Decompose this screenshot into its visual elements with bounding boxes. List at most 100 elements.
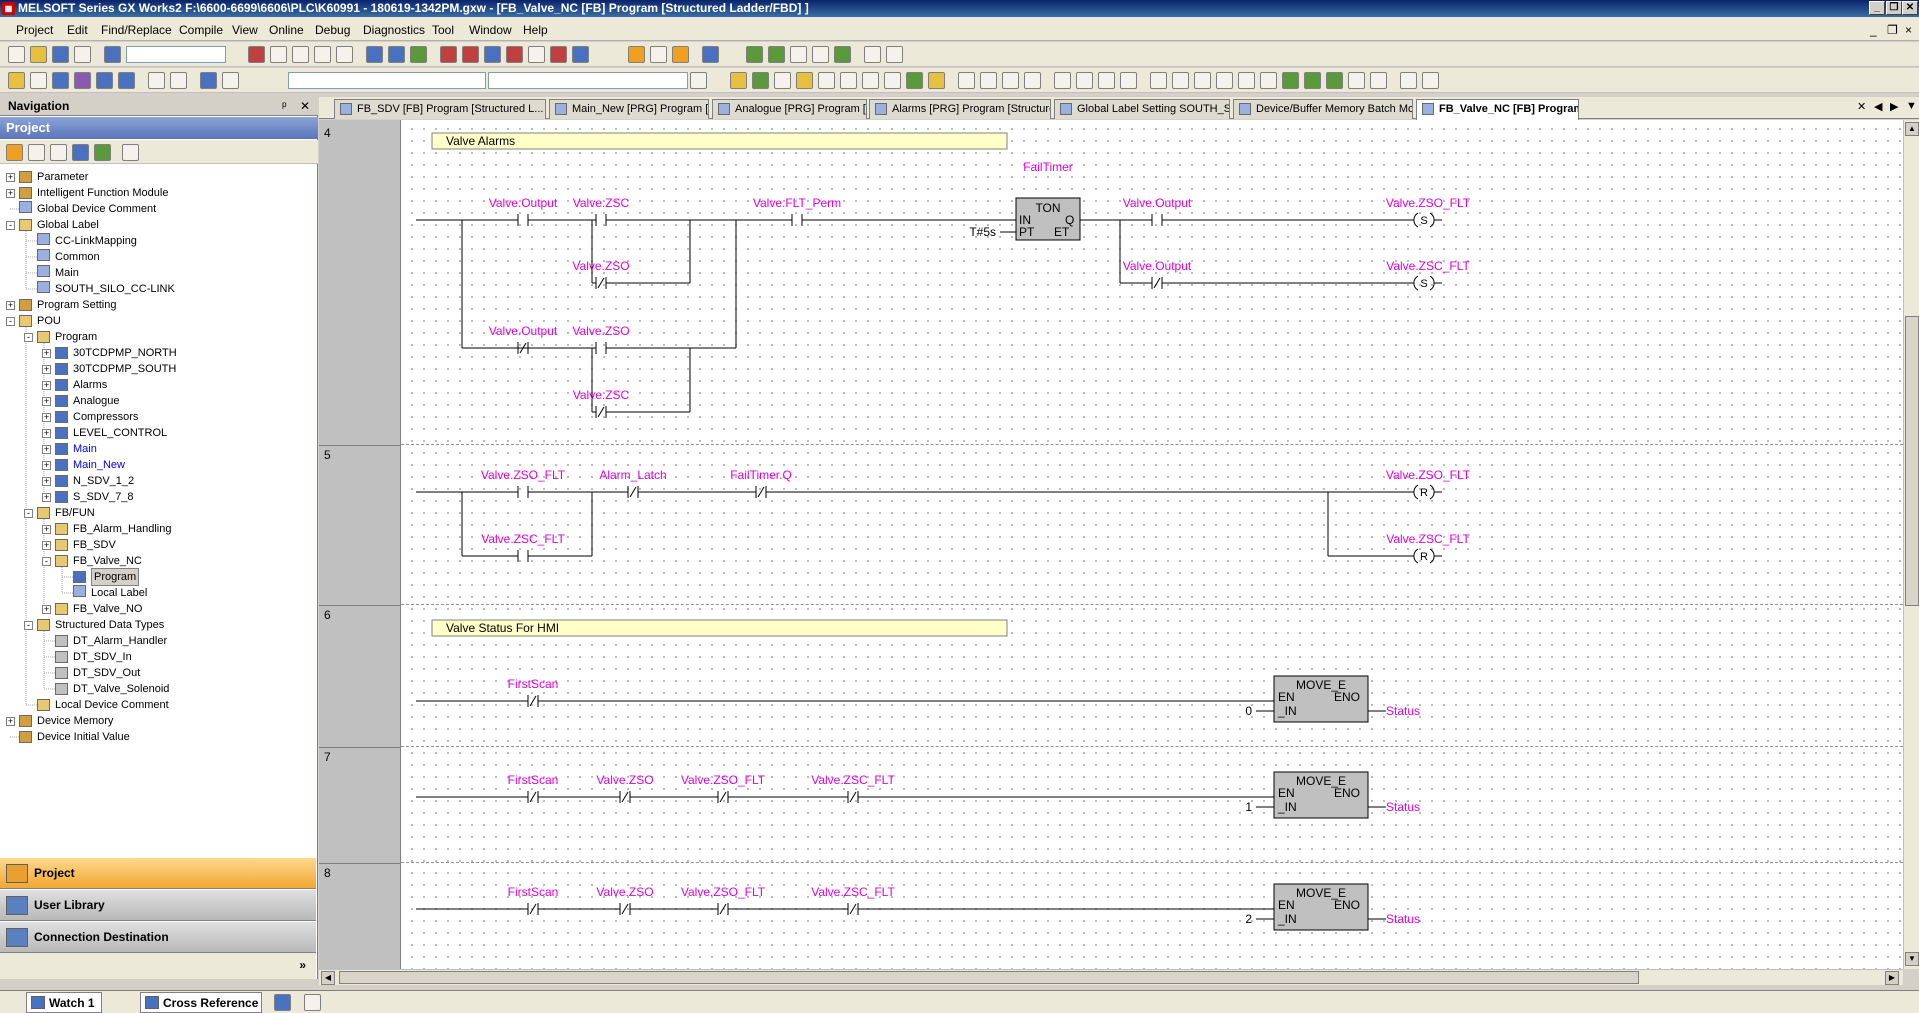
zoom-icon[interactable] [864, 46, 881, 63]
mdi-minimize-button[interactable]: _ [1870, 23, 1877, 37]
arrow-icon[interactable] [1238, 72, 1255, 89]
new-data-icon[interactable] [6, 144, 23, 161]
collapse-icon[interactable]: - [6, 221, 15, 230]
redo-icon[interactable] [336, 46, 353, 63]
menu-help[interactable]: Help [523, 23, 548, 37]
replace-icon[interactable] [410, 46, 427, 63]
expand-icon[interactable]: + [42, 541, 51, 550]
project-button[interactable]: Project [0, 858, 316, 889]
edge-nc-icon[interactable] [1216, 72, 1233, 89]
instruction-search-icon[interactable] [388, 46, 405, 63]
collapse-icon[interactable]: - [24, 621, 33, 630]
menu-compile[interactable]: Compile [179, 23, 223, 37]
mdi-restore-button[interactable]: ❐ [1887, 23, 1898, 37]
tab-document[interactable]: Analogue [PRG] Program [Structure... [712, 99, 867, 119]
zoom-out-icon[interactable] [886, 46, 903, 63]
ladder-coil-icon[interactable] [768, 46, 785, 63]
read-from-plc-icon[interactable] [462, 46, 479, 63]
menu-online[interactable]: Online [269, 23, 304, 37]
double-arrow-icon[interactable] [1260, 72, 1277, 89]
expand-icon[interactable]: + [42, 429, 51, 438]
tab-list-icon[interactable]: ▼ [1906, 100, 1917, 112]
find-icon[interactable] [222, 72, 239, 89]
new-project-icon[interactable] [8, 46, 25, 63]
layout-icon[interactable] [1370, 72, 1387, 89]
device-icon-1[interactable] [74, 72, 91, 89]
monitor-icon[interactable] [528, 46, 545, 63]
watch-icon[interactable] [148, 72, 165, 89]
expand-icon[interactable]: + [42, 413, 51, 422]
expand-icon[interactable]: + [42, 349, 51, 358]
select-mode-icon[interactable] [730, 72, 747, 89]
pulse-fall-icon[interactable] [980, 72, 997, 89]
comment-icon[interactable] [1282, 72, 1299, 89]
open-project-icon[interactable] [30, 46, 47, 63]
contact-icon[interactable] [818, 72, 835, 89]
coil-icon[interactable] [906, 72, 923, 89]
copy-icon[interactable] [270, 46, 287, 63]
print-icon[interactable] [74, 46, 91, 63]
menu-diagnostics[interactable]: Diagnostics [363, 23, 425, 37]
pulse-nc-icon[interactable] [1024, 72, 1041, 89]
tab-next-icon[interactable]: ▶ [1890, 100, 1898, 113]
vertical-scrollbar[interactable]: ▲ ▼ [1903, 120, 1919, 969]
simulation-stop-icon[interactable] [672, 46, 689, 63]
verify-icon[interactable] [484, 46, 501, 63]
scroll-left-icon[interactable]: ◀ [321, 971, 335, 985]
ladder-vertical-icon[interactable] [834, 46, 851, 63]
falling-edge-icon[interactable] [1172, 72, 1189, 89]
menu-view[interactable]: View [232, 23, 258, 37]
output-window-icon[interactable] [52, 72, 69, 89]
output-icon[interactable] [304, 994, 321, 1011]
watch-1-tab[interactable]: Watch 1 [26, 992, 102, 1013]
device-search-icon[interactable] [366, 46, 383, 63]
filter-icon[interactable] [170, 72, 187, 89]
scroll-down-icon[interactable]: ▼ [1905, 952, 1919, 966]
device-icon-2[interactable] [96, 72, 113, 89]
expand-icon[interactable]: + [42, 461, 51, 470]
help-icon[interactable] [104, 46, 121, 63]
horizontal-scroll-thumb[interactable] [339, 971, 1639, 984]
collapse-icon[interactable]: - [24, 333, 33, 342]
tab-prev-icon[interactable]: ◀ [1874, 100, 1882, 113]
refresh-icon[interactable] [94, 144, 111, 161]
expand-icon[interactable]: + [42, 381, 51, 390]
line-mode-icon[interactable] [752, 72, 769, 89]
tab-document[interactable]: Device/Buffer Memory Batch Monito... [1233, 99, 1413, 119]
device-list-icon[interactable] [274, 994, 291, 1011]
return-icon[interactable] [1098, 72, 1115, 89]
write-to-plc-icon[interactable] [440, 46, 457, 63]
expand-icon[interactable]: + [6, 189, 15, 198]
expand-icon[interactable]: + [6, 301, 15, 310]
fb-icon[interactable] [774, 72, 791, 89]
close-icon[interactable]: ✕ [300, 99, 310, 113]
expand-icon[interactable]: + [42, 397, 51, 406]
tab-close-icon[interactable]: ✕ [1857, 100, 1866, 113]
label-icon[interactable] [1120, 72, 1137, 89]
user-library-button[interactable]: User Library [0, 890, 316, 921]
collapse-icon[interactable]: - [24, 509, 33, 518]
set-icon[interactable] [928, 72, 945, 89]
expand-icon[interactable]: + [42, 445, 51, 454]
data-property-icon[interactable] [72, 144, 89, 161]
batch-monitor-icon[interactable] [572, 46, 589, 63]
tab-document[interactable]: Main_New [PRG] Program [Structur... [549, 99, 709, 119]
menu-edit[interactable]: Edit [67, 23, 88, 37]
help-search-select[interactable] [126, 46, 226, 63]
contact-mode-icon[interactable] [796, 72, 813, 89]
copy-data-icon[interactable] [50, 144, 67, 161]
expand-icon[interactable]: + [42, 525, 51, 534]
edge-branch-icon[interactable] [1194, 72, 1211, 89]
expand-icon[interactable]: + [42, 493, 51, 502]
expand-icon[interactable]: + [42, 477, 51, 486]
expand-icon[interactable]: + [6, 717, 15, 726]
remote-operation-icon[interactable] [506, 46, 523, 63]
branch-icon[interactable] [862, 72, 879, 89]
scroll-right-icon[interactable]: ▶ [1885, 971, 1899, 985]
pulse-branch-icon[interactable] [1002, 72, 1019, 89]
tab-document[interactable]: Global Label Setting SOUTH_SILO_... [1054, 99, 1230, 119]
contact-nc-icon[interactable] [840, 72, 857, 89]
zoom-in-icon[interactable] [1400, 72, 1417, 89]
close-button[interactable]: ✕ [1902, 1, 1918, 15]
label-select-2[interactable] [488, 72, 688, 89]
